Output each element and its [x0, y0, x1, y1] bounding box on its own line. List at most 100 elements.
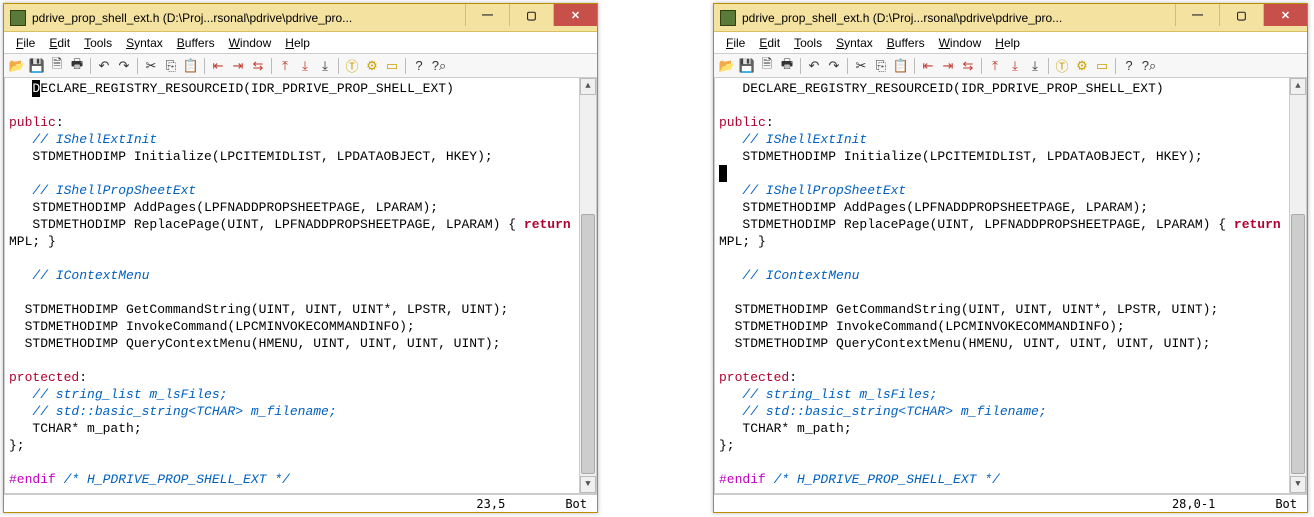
toolbar-separator: [204, 58, 205, 74]
scroll-location: Bot: [1275, 497, 1297, 511]
titlebar[interactable]: pdrive_prop_shell_ext.h (D:\Proj...rsona…: [714, 4, 1307, 32]
menu-syntax[interactable]: Syntax: [120, 34, 169, 52]
maximize-button[interactable]: ▢: [509, 4, 553, 26]
scroll-thumb[interactable]: [1291, 214, 1305, 474]
replace-icon[interactable]: ⇆: [249, 57, 267, 75]
toolbar-separator: [981, 58, 982, 74]
shell-icon[interactable]: ⚙: [363, 57, 381, 75]
help-icon[interactable]: ?: [1120, 57, 1138, 75]
scroll-up-button[interactable]: ▲: [1290, 78, 1306, 95]
copy-icon[interactable]: ⎘: [872, 57, 890, 75]
find-prev-icon[interactable]: ⇤: [919, 57, 937, 75]
scroll-location: Bot: [565, 497, 587, 511]
menu-help[interactable]: Help: [989, 34, 1026, 52]
print-icon[interactable]: 🖶: [778, 57, 796, 75]
toolbar-separator: [1048, 58, 1049, 74]
scroll-thumb[interactable]: [581, 214, 595, 474]
toolbar-separator: [90, 58, 91, 74]
titlebar[interactable]: pdrive_prop_shell_ext.h (D:\Proj...rsona…: [4, 4, 597, 32]
statusbar: 23,5 Bot: [4, 494, 597, 512]
menu-buffers[interactable]: Buffers: [881, 34, 931, 52]
redo-icon[interactable]: ↷: [825, 57, 843, 75]
menu-window[interactable]: Window: [933, 34, 988, 52]
open-icon[interactable]: 📂: [718, 57, 736, 75]
menu-tools[interactable]: Tools: [788, 34, 828, 52]
minimize-button[interactable]: —: [465, 4, 509, 26]
undo-icon[interactable]: ↶: [95, 57, 113, 75]
save-session-icon[interactable]: ⤓: [1006, 57, 1024, 75]
copy-icon[interactable]: ⎘: [162, 57, 180, 75]
toolbar-separator: [137, 58, 138, 74]
window-controls: — ▢ ✕: [465, 4, 597, 26]
close-button[interactable]: ✕: [1263, 4, 1307, 26]
menu-file[interactable]: File: [10, 34, 41, 52]
toolbar-separator: [405, 58, 406, 74]
vertical-scrollbar[interactable]: ▲ ▼: [1289, 78, 1306, 493]
paste-icon[interactable]: 📋: [892, 57, 910, 75]
scroll-down-button[interactable]: ▼: [580, 476, 596, 493]
script-icon[interactable]: ⤓: [1026, 57, 1044, 75]
cut-icon[interactable]: ✂: [852, 57, 870, 75]
cut-icon[interactable]: ✂: [142, 57, 160, 75]
help-icon[interactable]: ?: [410, 57, 428, 75]
menubar: FileEditToolsSyntaxBuffersWindowHelp: [714, 32, 1307, 54]
menu-edit[interactable]: Edit: [43, 34, 76, 52]
scroll-track[interactable]: [1290, 95, 1306, 476]
undo-icon[interactable]: ↶: [805, 57, 823, 75]
make-icon[interactable]: Ⓣ: [1053, 57, 1071, 75]
tag-icon[interactable]: ▭: [383, 57, 401, 75]
editor-window-right: pdrive_prop_shell_ext.h (D:\Proj...rsona…: [713, 3, 1308, 513]
menu-window[interactable]: Window: [223, 34, 278, 52]
load-session-icon[interactable]: ⤒: [276, 57, 294, 75]
menubar: FileEditToolsSyntaxBuffersWindowHelp: [4, 32, 597, 54]
print-icon[interactable]: 🖶: [68, 57, 86, 75]
toolbar-separator: [271, 58, 272, 74]
tag-icon[interactable]: ▭: [1093, 57, 1111, 75]
replace-icon[interactable]: ⇆: [959, 57, 977, 75]
toolbar-separator: [914, 58, 915, 74]
scroll-down-button[interactable]: ▼: [1290, 476, 1306, 493]
open-icon[interactable]: 📂: [8, 57, 26, 75]
editor-area: DECLARE_REGISTRY_RESOURCEID(IDR_PDRIVE_P…: [4, 78, 597, 494]
toolbar-separator: [847, 58, 848, 74]
menu-buffers[interactable]: Buffers: [171, 34, 221, 52]
editor-window-left: pdrive_prop_shell_ext.h (D:\Proj...rsona…: [3, 3, 598, 513]
save-icon[interactable]: 💾: [738, 57, 756, 75]
menu-help[interactable]: Help: [279, 34, 316, 52]
code-editor[interactable]: DECLARE_REGISTRY_RESOURCEID(IDR_PDRIVE_P…: [5, 78, 579, 493]
make-icon[interactable]: Ⓣ: [343, 57, 361, 75]
minimize-button[interactable]: —: [1175, 4, 1219, 26]
paste-icon[interactable]: 📋: [182, 57, 200, 75]
menu-edit[interactable]: Edit: [753, 34, 786, 52]
scroll-up-button[interactable]: ▲: [580, 78, 596, 95]
find-prev-icon[interactable]: ⇤: [209, 57, 227, 75]
toolbar-separator: [800, 58, 801, 74]
save-all-icon[interactable]: 🗎: [48, 57, 66, 75]
code-editor[interactable]: DECLARE_REGISTRY_RESOURCEID(IDR_PDRIVE_P…: [715, 78, 1289, 493]
load-session-icon[interactable]: ⤒: [986, 57, 1004, 75]
menu-syntax[interactable]: Syntax: [830, 34, 879, 52]
app-icon: [720, 10, 736, 26]
close-button[interactable]: ✕: [553, 4, 597, 26]
menu-tools[interactable]: Tools: [78, 34, 118, 52]
toolbar-separator: [1115, 58, 1116, 74]
save-all-icon[interactable]: 🗎: [758, 57, 776, 75]
find-help-icon[interactable]: ?⌕: [1140, 57, 1158, 75]
save-icon[interactable]: 💾: [28, 57, 46, 75]
redo-icon[interactable]: ↷: [115, 57, 133, 75]
cursor-position: 23,5: [476, 497, 505, 511]
shell-icon[interactable]: ⚙: [1073, 57, 1091, 75]
find-next-icon[interactable]: ⇥: [939, 57, 957, 75]
maximize-button[interactable]: ▢: [1219, 4, 1263, 26]
find-next-icon[interactable]: ⇥: [229, 57, 247, 75]
menu-file[interactable]: File: [720, 34, 751, 52]
statusbar: 28,0-1 Bot: [714, 494, 1307, 512]
save-session-icon[interactable]: ⤓: [296, 57, 314, 75]
app-icon: [10, 10, 26, 26]
find-help-icon[interactable]: ?⌕: [430, 57, 448, 75]
scroll-track[interactable]: [580, 95, 596, 476]
cursor-position: 28,0-1: [1172, 497, 1215, 511]
toolbar: 📂💾🗎🖶↶↷✂⎘📋⇤⇥⇆⤒⤓⤓Ⓣ⚙▭??⌕: [4, 54, 597, 78]
script-icon[interactable]: ⤓: [316, 57, 334, 75]
vertical-scrollbar[interactable]: ▲ ▼: [579, 78, 596, 493]
